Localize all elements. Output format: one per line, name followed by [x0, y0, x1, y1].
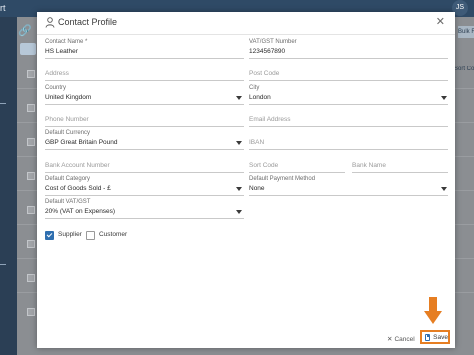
- contact-name-label: Contact Name *: [45, 39, 88, 45]
- user-icon: [45, 17, 55, 28]
- sidebar-marker: [0, 103, 6, 104]
- close-icon[interactable]: ✕: [436, 16, 445, 28]
- payment-method-select[interactable]: None: [249, 185, 265, 192]
- vat-number-label: VAT/GST Number: [249, 39, 297, 45]
- chevron-down-icon[interactable]: [236, 141, 242, 145]
- cancel-label: Cancel: [394, 335, 415, 343]
- payment-method-label: Default Payment Method: [249, 176, 316, 182]
- row-checkbox: [27, 308, 35, 316]
- row-checkbox: [27, 206, 35, 214]
- customer-checkbox[interactable]: [86, 231, 95, 240]
- vat-number-input[interactable]: 1234567890: [249, 48, 285, 55]
- save-disk-icon: [425, 333, 431, 341]
- vat-number-underline: [249, 58, 448, 59]
- dialog-title: Contact Profile: [58, 17, 118, 27]
- currency-label: Default Currency: [45, 130, 91, 136]
- vat-rate-select[interactable]: 20% (VAT on Expenses): [45, 208, 115, 215]
- sidebar-marker: [0, 264, 6, 265]
- bank-name-input[interactable]: Bank Name: [352, 162, 386, 169]
- row-checkbox: [27, 274, 35, 282]
- city-label: City: [249, 85, 260, 91]
- save-button[interactable]: Save: [420, 330, 450, 344]
- sort-code-input[interactable]: Sort Code: [249, 162, 278, 169]
- close-icon: ✕: [387, 336, 393, 343]
- phone-input[interactable]: Phone Number: [45, 116, 89, 123]
- bank-name-underline: [352, 172, 448, 173]
- sort-column-header: Sort Co: [454, 66, 474, 72]
- email-input[interactable]: Email Address: [249, 116, 291, 123]
- arrow-down-icon: [424, 297, 442, 324]
- category-underline: [45, 195, 244, 196]
- chevron-down-icon[interactable]: [236, 96, 242, 100]
- post-code-input[interactable]: Post Code: [249, 70, 279, 77]
- row-checkbox: [27, 70, 35, 78]
- phone-underline: [45, 126, 244, 127]
- bank-account-underline: [45, 172, 244, 173]
- chevron-down-icon[interactable]: [441, 96, 447, 100]
- dialog-header: Contact Profile ✕: [37, 12, 455, 34]
- iban-input[interactable]: IBAN: [249, 139, 264, 146]
- row-checkbox: [27, 138, 35, 146]
- contact-name-underline: [45, 58, 244, 59]
- supplier-label: Supplier: [58, 231, 82, 238]
- address-underline: [45, 80, 244, 81]
- bulk-button: Bulk R: [458, 26, 474, 38]
- bank-account-input[interactable]: Bank Account Number: [45, 162, 110, 169]
- city-underline: [249, 104, 448, 105]
- chevron-down-icon[interactable]: [236, 187, 242, 191]
- row-checkbox: [27, 172, 35, 180]
- save-label: Save: [433, 333, 448, 341]
- chevron-down-icon[interactable]: [441, 187, 447, 191]
- country-select[interactable]: United Kingdom: [45, 94, 91, 101]
- sidebar: [0, 17, 17, 355]
- customer-label: Customer: [99, 231, 128, 238]
- supplier-checkbox[interactable]: [45, 231, 54, 240]
- row-checkbox: [27, 104, 35, 112]
- background-button: [20, 43, 36, 55]
- contact-name-input[interactable]: HS Leather: [45, 48, 78, 55]
- country-label: Country: [45, 85, 67, 91]
- vat-rate-underline: [45, 218, 244, 219]
- currency-select[interactable]: GBP Great Britain Pound: [45, 139, 118, 146]
- country-underline: [45, 104, 244, 105]
- post-code-underline: [249, 80, 448, 81]
- iban-underline: [249, 149, 448, 150]
- category-select[interactable]: Cost of Goods Sold - £: [45, 185, 111, 192]
- contact-profile-dialog: Contact Profile ✕ Contact Name * HS Leat…: [37, 12, 455, 348]
- email-underline: [249, 126, 448, 127]
- currency-underline: [45, 149, 244, 150]
- header-divider: [37, 34, 455, 35]
- city-select[interactable]: London: [249, 94, 271, 101]
- sort-code-underline: [249, 172, 345, 173]
- chevron-down-icon[interactable]: [236, 210, 242, 214]
- link-icon: 🔗: [18, 25, 32, 37]
- category-label: Default Category: [45, 176, 91, 182]
- cancel-button[interactable]: ✕ Cancel: [387, 334, 419, 344]
- payment-method-underline: [249, 195, 448, 196]
- address-input[interactable]: Address: [45, 70, 69, 77]
- app-title: rt: [0, 3, 6, 13]
- row-checkbox: [27, 240, 35, 248]
- vat-rate-label: Default VAT/GST: [45, 199, 91, 205]
